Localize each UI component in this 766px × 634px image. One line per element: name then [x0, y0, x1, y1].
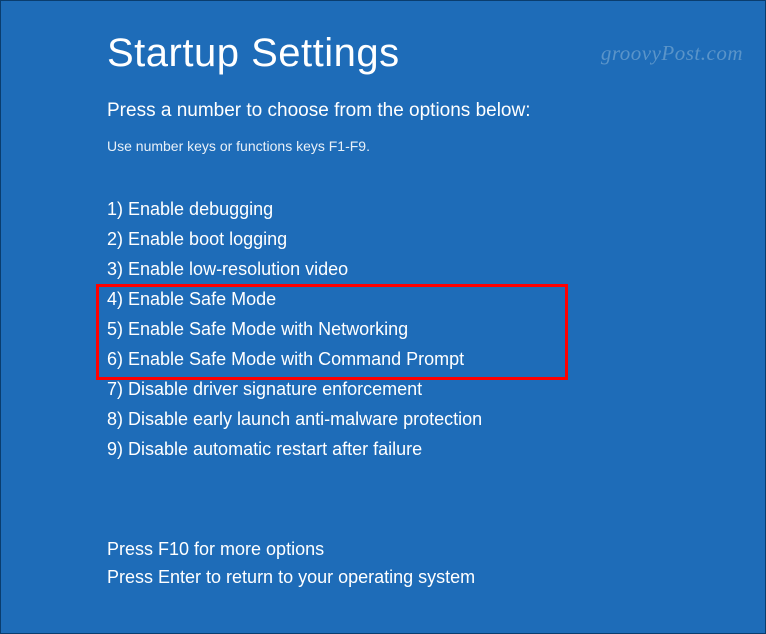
instruction-subtitle: Press a number to choose from the option… — [107, 100, 765, 122]
option-enable-debugging[interactable]: 1) Enable debugging — [107, 194, 765, 224]
footer: Press F10 for more options Press Enter t… — [107, 535, 475, 591]
option-enable-safe-mode[interactable]: 4) Enable Safe Mode — [107, 284, 765, 314]
option-enable-safe-mode-cmd[interactable]: 6) Enable Safe Mode with Command Prompt — [107, 344, 765, 374]
option-disable-auto-restart[interactable]: 9) Disable automatic restart after failu… — [107, 434, 765, 464]
watermark: groovyPost.com — [601, 41, 743, 66]
option-disable-driver-signature[interactable]: 7) Disable driver signature enforcement — [107, 374, 765, 404]
more-options-hint: Press F10 for more options — [107, 535, 475, 563]
option-enable-boot-logging[interactable]: 2) Enable boot logging — [107, 224, 765, 254]
startup-options-list: 1) Enable debugging 2) Enable boot loggi… — [107, 194, 765, 464]
return-hint: Press Enter to return to your operating … — [107, 563, 475, 591]
key-hint: Use number keys or functions keys F1-F9. — [107, 138, 765, 154]
option-enable-low-res-video[interactable]: 3) Enable low-resolution video — [107, 254, 765, 284]
option-enable-safe-mode-networking[interactable]: 5) Enable Safe Mode with Networking — [107, 314, 765, 344]
option-disable-early-launch-antimalware[interactable]: 8) Disable early launch anti-malware pro… — [107, 404, 765, 434]
